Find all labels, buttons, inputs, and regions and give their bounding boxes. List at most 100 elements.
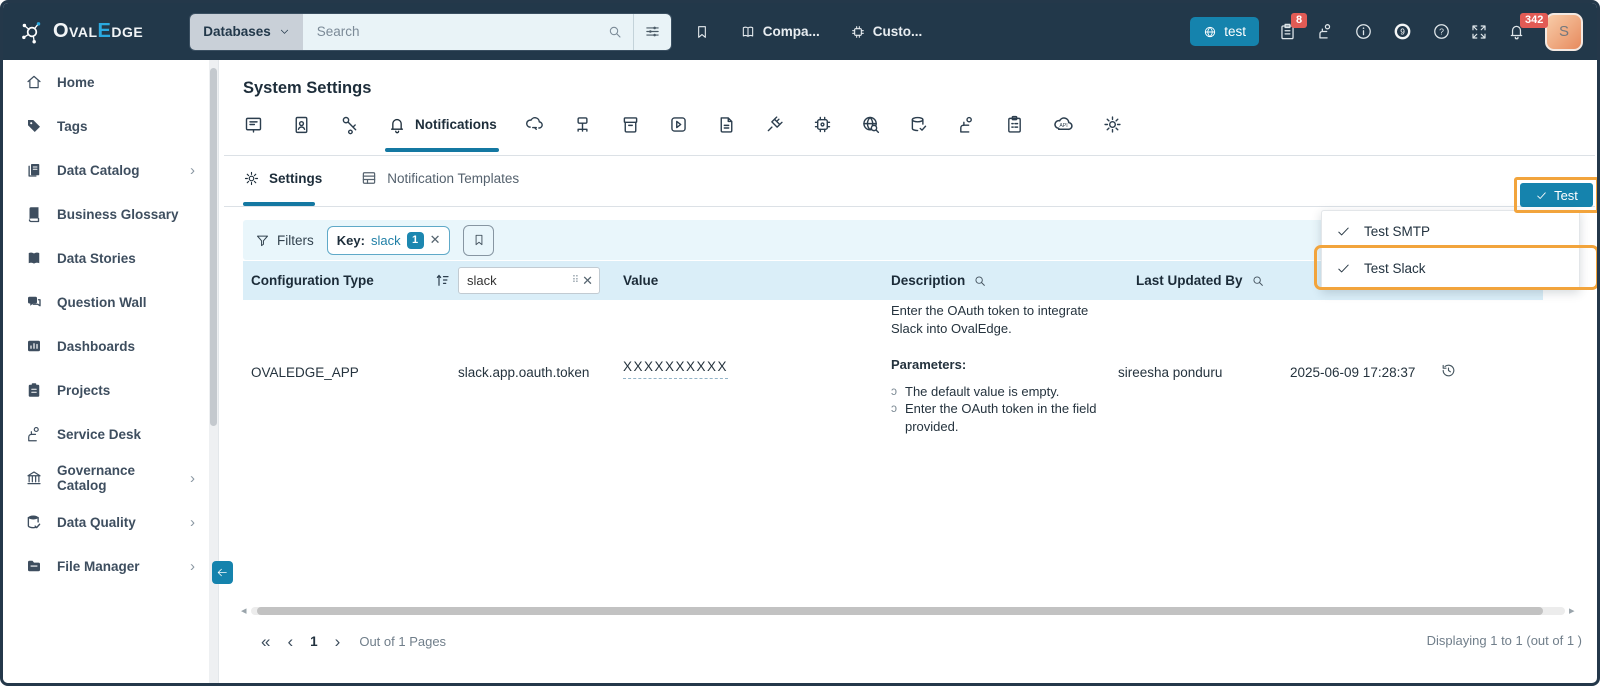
tab-connectors-icon[interactable] xyxy=(524,114,545,135)
tab-remote-agent-icon[interactable] xyxy=(572,114,593,135)
ovaledge-logo-icon xyxy=(19,19,45,45)
version-badge-icon[interactable]: 9 xyxy=(1392,21,1413,42)
current-page-number[interactable]: 1 xyxy=(310,634,318,649)
tab-api-icon[interactable]: API xyxy=(1052,113,1075,136)
tab-settings[interactable]: Settings xyxy=(243,170,322,187)
user-avatar[interactable]: S xyxy=(1545,12,1583,51)
sidebar-item-business-glossary[interactable]: Business Glossary xyxy=(3,192,209,236)
filter-chip-value: slack xyxy=(370,232,401,248)
tab-users-icon[interactable] xyxy=(291,114,312,135)
tasks-clipboard-icon[interactable]: 8 xyxy=(1278,13,1308,41)
tab-archive-icon[interactable] xyxy=(620,114,641,135)
cell-description: Enter the OAuth token to integrate Slack… xyxy=(891,302,1101,435)
sidebar-scrollbar-thumb[interactable] xyxy=(210,68,217,426)
tab-jobs-icon[interactable] xyxy=(668,114,689,135)
tab-access-icon[interactable] xyxy=(956,114,977,135)
tab-system-chip-icon[interactable] xyxy=(812,114,833,135)
hscroll-left-arrow[interactable]: ◂ xyxy=(241,604,247,617)
book-icon xyxy=(740,24,756,40)
check-icon xyxy=(1336,224,1351,239)
home-icon xyxy=(25,73,43,91)
template-grid-icon xyxy=(360,169,378,187)
history-icon[interactable] xyxy=(1440,362,1457,379)
previous-page-icon[interactable]: ‹ xyxy=(287,633,293,650)
filters-toggle[interactable]: Filters xyxy=(255,233,314,248)
menu-item-test-smtp[interactable]: Test SMTP xyxy=(1322,213,1579,250)
tab-security-icon[interactable] xyxy=(339,114,360,135)
search-icon[interactable] xyxy=(973,274,987,288)
help-icon[interactable]: ? xyxy=(1432,22,1451,41)
test-dropdown-button[interactable]: Test xyxy=(1520,183,1593,207)
first-page-icon[interactable]: « xyxy=(261,633,270,650)
service-desk-icon xyxy=(25,425,43,443)
hscroll-right-arrow[interactable]: ▸ xyxy=(1569,604,1575,617)
search-box xyxy=(302,13,633,50)
chevron-down-icon xyxy=(279,26,290,37)
cell-value-editable[interactable]: XXXXXXXXXX xyxy=(623,359,729,379)
search-scope-select[interactable]: Databases xyxy=(190,13,303,50)
info-icon[interactable] xyxy=(1354,22,1373,41)
nav-link-company[interactable]: Compa... xyxy=(740,24,820,40)
session-test-button[interactable]: test xyxy=(1190,17,1259,46)
sidebar-item-projects[interactable]: Projects xyxy=(3,368,209,412)
search-icon[interactable] xyxy=(607,24,623,40)
sidebar-item-dashboards[interactable]: Dashboards xyxy=(3,324,209,368)
tab-audit-icon[interactable] xyxy=(1004,114,1025,135)
sidebar-item-tags[interactable]: Tags xyxy=(3,104,209,148)
sort-icon[interactable] xyxy=(433,271,451,289)
sidebar-item-data-stories[interactable]: Data Stories xyxy=(3,236,209,280)
chip-icon xyxy=(850,24,866,40)
nav-link-custom[interactable]: Custo... xyxy=(850,24,922,40)
filter-chip-key-slack[interactable]: Key: slack 1 ✕ xyxy=(326,225,451,255)
tab-data-quality-icon[interactable] xyxy=(908,114,929,135)
funnel-icon xyxy=(255,233,270,248)
clipboard-icon xyxy=(25,381,43,399)
menu-item-test-slack[interactable]: Test Slack xyxy=(1322,250,1579,287)
saved-searches-bookmark-icon[interactable] xyxy=(694,24,710,40)
pages-count-label: Out of 1 Pages xyxy=(359,633,447,649)
session-label: test xyxy=(1224,24,1246,39)
dashboard-icon xyxy=(25,337,43,355)
sidebar-collapse-button[interactable] xyxy=(212,561,233,584)
tab-integrations-icon[interactable] xyxy=(764,114,785,135)
tab-notifications-label: Notifications xyxy=(415,117,497,132)
chevron-right-icon: › xyxy=(190,557,195,575)
sidebar-item-service-desk[interactable]: Service Desk xyxy=(3,412,209,456)
tab-notifications[interactable]: Notifications xyxy=(385,115,499,152)
next-page-icon[interactable]: › xyxy=(335,633,341,650)
settings-icon-tabs: Notifications API xyxy=(243,113,1123,152)
tab-notification-templates[interactable]: Notification Templates xyxy=(360,169,519,187)
tab-reports-icon[interactable] xyxy=(716,114,737,135)
sidebar-item-file-manager[interactable]: File Manager › xyxy=(3,544,209,588)
description-parameters-label: Parameters: xyxy=(891,357,967,372)
sidebar-item-governance-catalog[interactable]: Governance Catalog › xyxy=(3,456,209,500)
top-navbar: OvalEdge Databases Compa... Custo... xyxy=(3,3,1597,60)
bullet-icon: ɔ xyxy=(891,383,897,398)
search-icon[interactable] xyxy=(1251,274,1265,288)
ovaledge-logo[interactable]: OvalEdge xyxy=(19,19,143,45)
tab-display-settings-icon[interactable] xyxy=(243,114,264,135)
tab-others-gear-icon[interactable] xyxy=(1102,114,1123,135)
horizontal-scrollbar-thumb[interactable] xyxy=(257,607,1543,615)
tag-icon xyxy=(25,117,43,135)
tab-global-search-icon[interactable] xyxy=(860,114,881,135)
open-book-icon xyxy=(25,249,43,267)
save-filter-bookmark-button[interactable] xyxy=(463,224,495,256)
grip-handle-icon[interactable]: ⠿ xyxy=(572,275,579,286)
sidebar-item-data-catalog[interactable]: Data Catalog › xyxy=(3,148,209,192)
clear-key-filter-icon[interactable]: ✕ xyxy=(582,273,593,289)
service-request-icon[interactable] xyxy=(1316,22,1335,41)
sidebar-item-home[interactable]: Home xyxy=(3,60,209,104)
fullscreen-icon[interactable] xyxy=(1470,23,1488,41)
search-input[interactable] xyxy=(316,24,607,39)
sidebar-item-question-wall[interactable]: Question Wall xyxy=(3,280,209,324)
notifications-bell-icon[interactable]: 342 xyxy=(1507,13,1549,41)
filter-chip-remove-icon[interactable]: ✕ xyxy=(430,232,441,248)
chevron-right-icon: › xyxy=(190,161,195,179)
sub-tabs-divider xyxy=(224,206,1595,207)
key-filter-input[interactable] xyxy=(467,273,572,288)
filter-chip-count: 1 xyxy=(406,231,424,249)
advanced-search-filters-button[interactable] xyxy=(632,13,671,50)
test-dropdown-menu: Test SMTP Test Slack xyxy=(1321,210,1580,290)
sidebar-item-data-quality[interactable]: Data Quality › xyxy=(3,500,209,544)
